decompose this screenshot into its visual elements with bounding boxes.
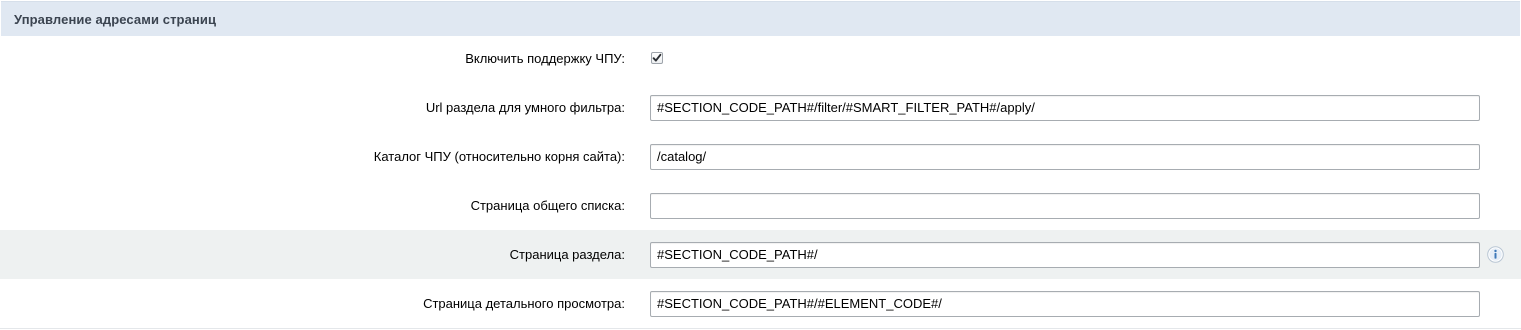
list-page-label: Страница общего списка: [470, 198, 625, 213]
section-header: Управление адресами страниц [1, 1, 1520, 36]
section-page-label: Страница раздела: [509, 247, 625, 262]
section-title: Управление адресами страниц [14, 12, 217, 27]
row-smart-filter-url: Url раздела для умного фильтра: #SECTION… [0, 83, 1521, 132]
detail-page-label: Страница детального просмотра: [423, 296, 625, 311]
sef-mode-label: Включить поддержку ЧПУ: [465, 51, 625, 66]
checkmark-icon [652, 53, 662, 62]
sef-folder-input[interactable]: /catalog/ [650, 144, 1480, 170]
row-detail-page: Страница детального просмотра: #SECTION_… [0, 279, 1521, 328]
row-sef-folder: Каталог ЧПУ (относительно корня сайта): … [0, 132, 1521, 181]
list-page-input[interactable] [650, 193, 1480, 219]
sef-folder-label: Каталог ЧПУ (относительно корня сайта): [373, 149, 625, 164]
detail-page-input[interactable]: #SECTION_CODE_PATH#/#ELEMENT_CODE#/ [650, 291, 1480, 317]
info-icon[interactable] [1487, 246, 1504, 263]
row-section-page: Страница раздела: #SECTION_CODE_PATH#/ [0, 230, 1521, 279]
sef-mode-checkbox[interactable] [651, 52, 663, 64]
smart-filter-url-label: Url раздела для умного фильтра: [425, 100, 625, 115]
row-list-page: Страница общего списка: [0, 181, 1521, 230]
row-sef-mode: Включить поддержку ЧПУ: [0, 34, 1521, 83]
smart-filter-url-input[interactable]: #SECTION_CODE_PATH#/filter/#SMART_FILTER… [650, 95, 1480, 121]
settings-panel: Управление адресами страниц Включить под… [0, 0, 1521, 330]
bottom-divider [0, 328, 1521, 329]
section-page-input[interactable]: #SECTION_CODE_PATH#/ [650, 242, 1480, 268]
